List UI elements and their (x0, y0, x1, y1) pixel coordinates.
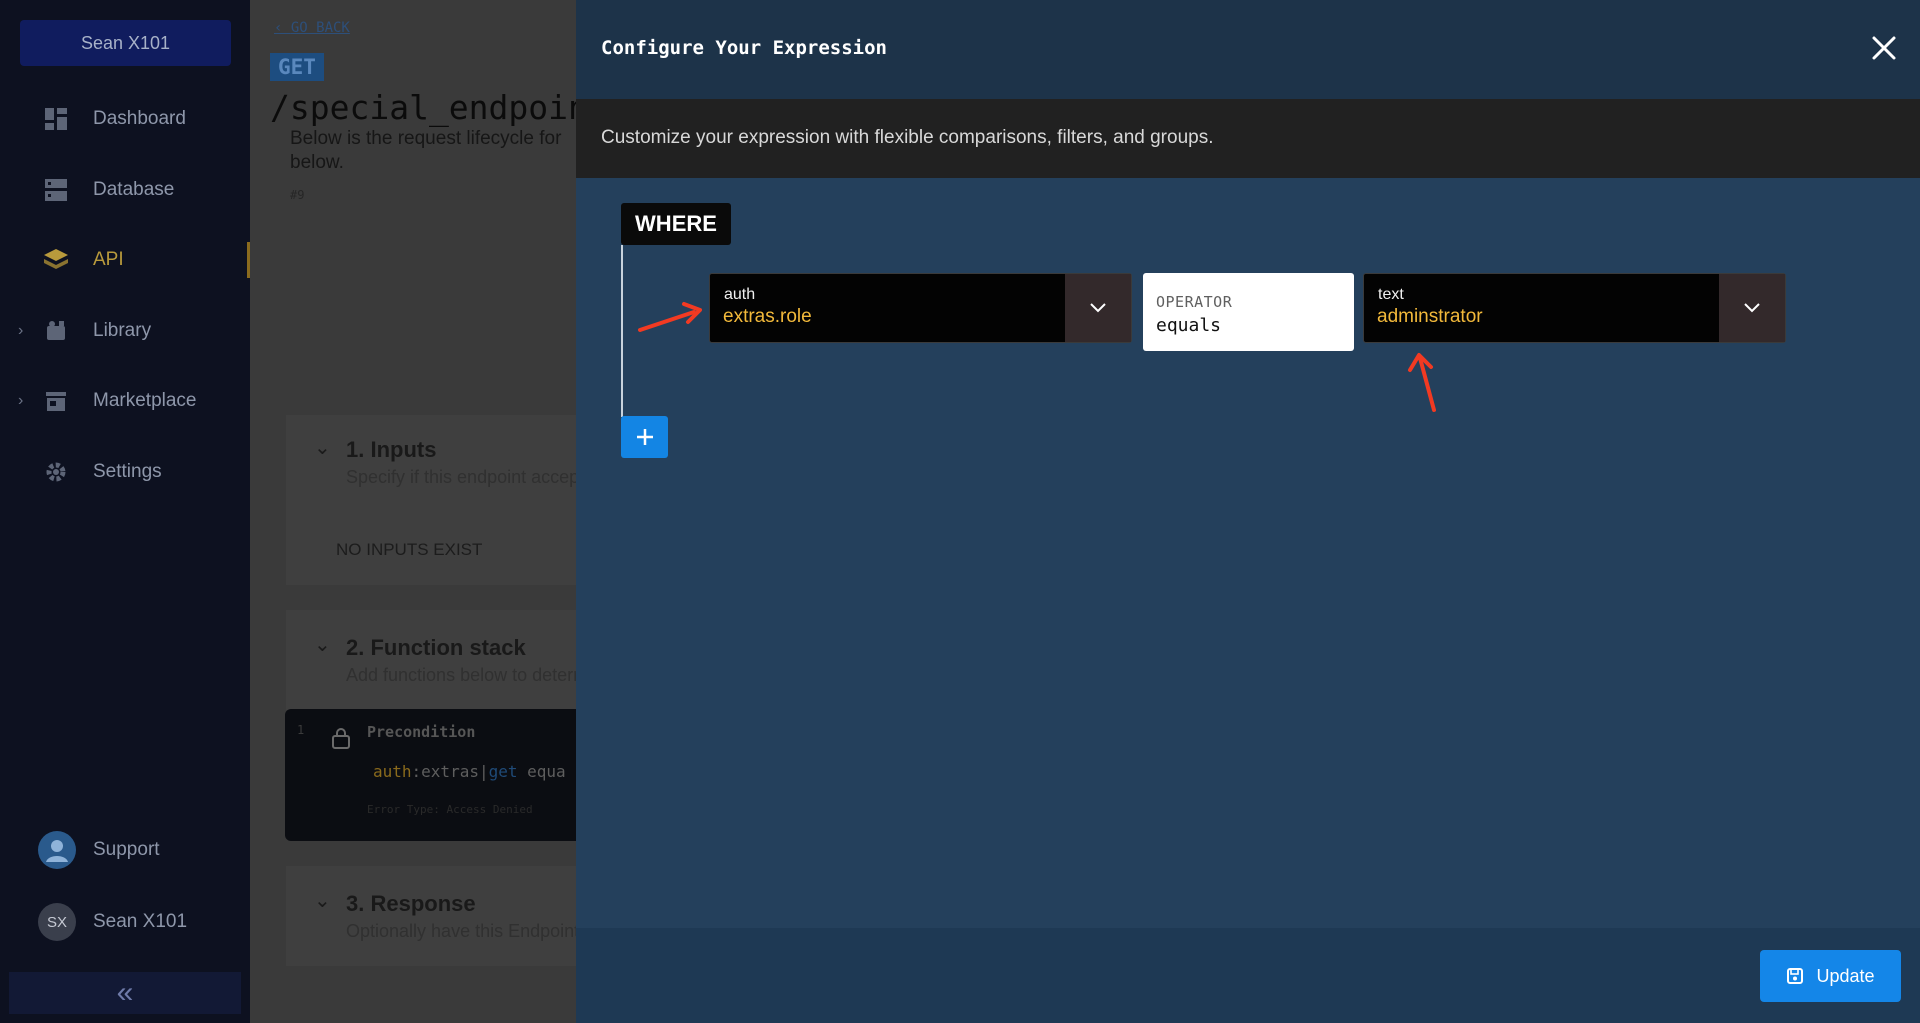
sidebar-item-library[interactable]: › Library (0, 307, 250, 355)
go-back-label: GO BACK (290, 20, 350, 36)
operator-label: OPERATOR (1156, 293, 1233, 311)
save-icon (1787, 968, 1804, 984)
lock-icon (331, 727, 351, 754)
code-operator: equa (517, 762, 566, 781)
left-operand-value: extras.role (723, 306, 812, 327)
left-operand-dropdown[interactable] (1065, 274, 1131, 342)
database-icon (44, 178, 68, 202)
function-stack-section: ⌄ 2. Function stack Add functions below … (286, 610, 612, 710)
section-subtitle: Add functions below to determine (346, 665, 613, 685)
support-avatar-icon (38, 831, 76, 869)
library-icon (44, 319, 68, 343)
close-icon[interactable] (1870, 34, 1898, 62)
operator-value: equals (1156, 315, 1222, 336)
right-operand-type: text (1378, 286, 1404, 303)
right-operand-field[interactable]: text adminstrator (1363, 273, 1786, 343)
user-name: Sean X101 (93, 911, 188, 932)
operator-select[interactable]: OPERATOR equals (1143, 273, 1354, 351)
step-title: Precondition (367, 723, 476, 741)
section-title: 3. Response (346, 891, 476, 916)
sidebar-item-api[interactable]: API (0, 236, 250, 284)
sidebar-item-label: API (93, 249, 124, 270)
step-expression: auth:extras|get equa (373, 762, 566, 781)
left-operand-type: auth (724, 286, 756, 303)
modal-footer: Update (576, 928, 1920, 1023)
marketplace-icon (44, 389, 68, 413)
no-inputs-text: NO INPUTS EXIST (336, 540, 483, 559)
section-subtitle: Optionally have this Endpoint (346, 921, 580, 941)
where-connector (621, 245, 623, 417)
sidebar-item-label: Marketplace (93, 390, 197, 411)
double-chevron-left-icon: « (116, 976, 134, 1009)
sidebar-item-label: Database (93, 179, 175, 200)
sidebar-item-label: Settings (93, 461, 162, 482)
collapse-sidebar-button[interactable]: « (9, 972, 241, 1014)
modal-header: Configure Your Expression (576, 0, 1920, 99)
right-operand-value: adminstrator (1377, 306, 1483, 327)
left-operand-field[interactable]: auth extras.role (709, 273, 1132, 343)
section-title: 2. Function stack (346, 635, 526, 660)
sidebar: Sean X101 Dashboard Database API › Libra… (0, 0, 250, 1023)
sidebar-item-database[interactable]: Database (0, 166, 250, 214)
step-number: 1 (297, 723, 305, 737)
user-avatar: SX (38, 903, 76, 941)
update-label: Update (1816, 965, 1875, 986)
chevron-down-icon[interactable]: ⌄ (314, 435, 331, 460)
api-icon (44, 248, 68, 272)
step-error-type: Error Type: Access Denied (367, 803, 533, 816)
code-filter: get (488, 762, 518, 781)
annotation-arrow-icon (638, 302, 702, 332)
chevron-down-icon (1744, 303, 1760, 313)
chevron-down-icon[interactable]: ⌄ (314, 632, 331, 657)
chevron-right-icon[interactable]: › (18, 392, 23, 410)
code-auth: auth (373, 762, 412, 781)
endpoint-id: #9 (290, 188, 305, 202)
support-label: Support (93, 839, 160, 860)
sidebar-item-label: Library (93, 320, 152, 341)
section-title: 1. Inputs (346, 437, 437, 462)
modal-title: Configure Your Expression (601, 37, 887, 59)
modal-description-bar: Customize your expression with flexible … (576, 99, 1920, 178)
update-button[interactable]: Update (1760, 950, 1901, 1002)
endpoint-path: /special_endpoint (270, 88, 608, 127)
section-subtitle: Specify if this endpoint accepts (346, 467, 594, 487)
endpoint-description: Below is the request lifecycle for below… (290, 128, 562, 173)
add-condition-button[interactable] (621, 416, 668, 458)
sidebar-item-settings[interactable]: Settings (0, 448, 250, 496)
chevron-down-icon[interactable]: ⌄ (314, 888, 331, 913)
avatar: SX (38, 903, 76, 941)
modal-subtitle: Customize your expression with flexible … (601, 127, 1214, 148)
inputs-section: ⌄ 1. Inputs Specify if this endpoint acc… (286, 415, 606, 585)
configure-expression-modal: Configure Your Expression Customize your… (576, 0, 1920, 1023)
where-badge: WHERE (621, 203, 731, 245)
precondition-step[interactable]: 1 Precondition auth:extras|get equa Erro… (285, 709, 605, 841)
annotation-arrow-icon (1408, 353, 1436, 412)
chevron-right-icon[interactable]: › (18, 322, 23, 340)
sidebar-item-marketplace[interactable]: › Marketplace (0, 377, 250, 425)
code-path: :extras| (411, 762, 489, 781)
right-operand-dropdown[interactable] (1719, 274, 1785, 342)
plus-icon (636, 429, 653, 445)
dashboard-icon (44, 107, 68, 131)
workspace-button[interactable]: Sean X101 (20, 20, 231, 66)
gear-icon (44, 460, 68, 484)
sidebar-item-label: Dashboard (93, 108, 186, 129)
chevron-down-icon (1090, 303, 1106, 313)
sidebar-user[interactable]: SX Sean X101 (0, 898, 250, 946)
sidebar-item-dashboard[interactable]: Dashboard (0, 95, 250, 143)
go-back-link[interactable]: ‹ GO BACK (274, 20, 350, 36)
method-badge: GET (270, 53, 324, 81)
sidebar-item-support[interactable]: Support (0, 826, 250, 874)
response-section: ⌄ 3. Response Optionally have this Endpo… (286, 866, 606, 966)
